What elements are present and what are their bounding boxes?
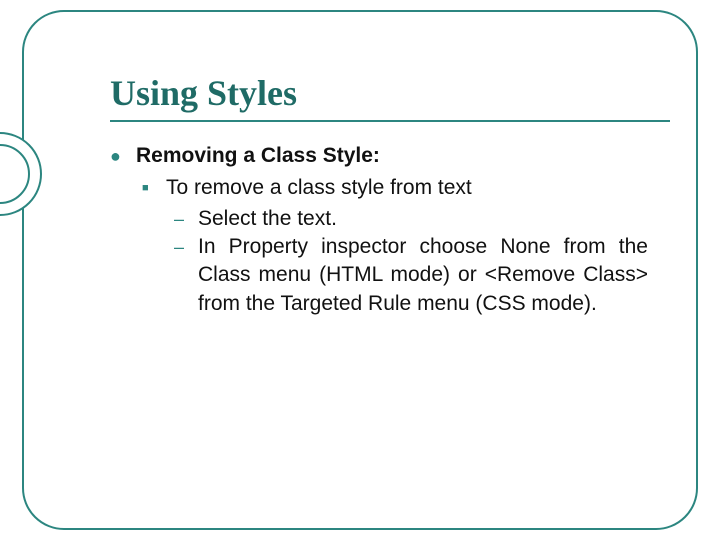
- bullet-level-3: – In Property inspector choose None from…: [174, 233, 670, 318]
- title-underline: [110, 120, 670, 122]
- bullet-level-1: ● Removing a Class Style:: [110, 142, 670, 170]
- level1-text: Removing a Class Style:: [136, 142, 380, 170]
- bullet-level-3: – Select the text.: [174, 205, 670, 233]
- slide: Using Styles ● Removing a Class Style: ■…: [0, 0, 720, 540]
- square-bullet-icon: ■: [142, 174, 166, 202]
- level3b-text: In Property inspector choose None from t…: [198, 233, 648, 318]
- bullet-level-2: ■ To remove a class style from text: [142, 174, 670, 202]
- dash-bullet-icon: –: [174, 233, 198, 318]
- slide-title: Using Styles: [110, 72, 670, 114]
- level3a-text: Select the text.: [198, 205, 648, 233]
- disc-bullet-icon: ●: [110, 142, 136, 170]
- level2-text: To remove a class style from text: [166, 174, 472, 202]
- slide-content: Using Styles ● Removing a Class Style: ■…: [110, 72, 670, 318]
- dash-bullet-icon: –: [174, 205, 198, 233]
- slide-body: ● Removing a Class Style: ■ To remove a …: [110, 142, 670, 318]
